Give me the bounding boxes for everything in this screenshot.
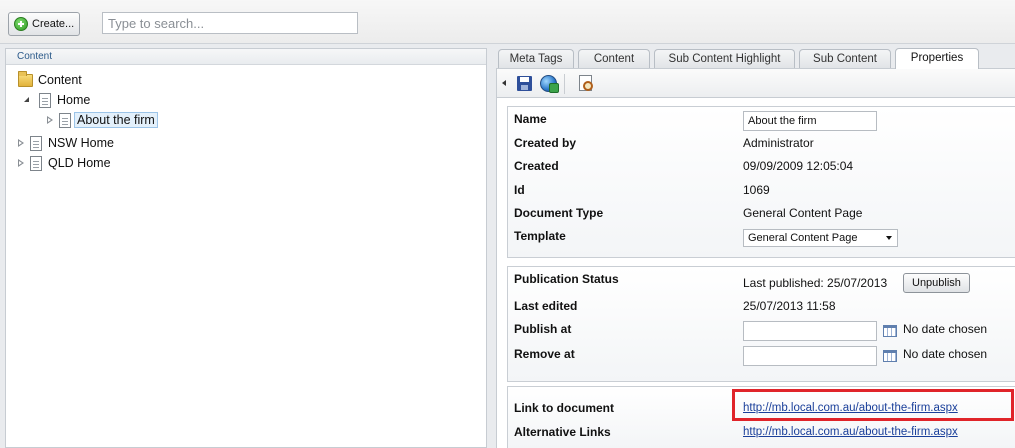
calendar-icon[interactable] xyxy=(883,350,897,362)
tab-bar: Meta Tags Content Sub Content Highlight … xyxy=(496,48,1015,69)
publication-box: Publication Status Last published: 25/07… xyxy=(507,266,1015,382)
last-edited-value: 25/07/2013 11:58 xyxy=(743,299,836,313)
remove-at-input[interactable] xyxy=(743,346,877,366)
publish-at-label: Publish at xyxy=(514,322,572,336)
id-label: Id xyxy=(514,183,525,197)
name-input[interactable] xyxy=(743,111,877,131)
remove-at-note: No date chosen xyxy=(903,347,988,361)
tab-sub-content[interactable]: Sub Content xyxy=(799,49,891,68)
editor-panel: Meta Tags Content Sub Content Highlight … xyxy=(496,48,1015,448)
created-value: 09/09/2009 12:05:04 xyxy=(743,159,854,173)
publish-at-note: No date chosen xyxy=(903,322,988,336)
last-edited-label: Last edited xyxy=(514,299,578,313)
document-icon xyxy=(59,112,71,128)
publish-at-input[interactable] xyxy=(743,321,877,341)
tree-item-label: NSW Home xyxy=(48,136,114,150)
create-button[interactable]: Create... xyxy=(8,12,80,36)
tree-item-label: Content xyxy=(38,73,82,87)
calendar-icon[interactable] xyxy=(883,325,897,337)
template-select-value: General Content Page xyxy=(748,232,858,244)
tree-item-qld-home[interactable]: QLD Home xyxy=(16,154,111,172)
preview-icon[interactable] xyxy=(579,75,593,91)
created-label: Created xyxy=(514,159,559,173)
collapse-arrow-icon[interactable] xyxy=(502,80,506,86)
document-icon xyxy=(30,155,42,171)
tree-item-home[interactable]: Home xyxy=(23,91,90,109)
expand-toggle-icon[interactable] xyxy=(16,138,26,148)
chevron-down-icon xyxy=(886,236,892,240)
link-to-document-label: Link to document xyxy=(514,401,614,415)
created-by-value: Administrator xyxy=(743,136,814,150)
tab-properties[interactable]: Properties xyxy=(895,48,979,69)
template-select[interactable]: General Content Page xyxy=(743,229,898,247)
top-toolbar: Create... xyxy=(0,0,1015,44)
publication-status-label: Publication Status xyxy=(514,272,619,286)
unpublish-button[interactable]: Unpublish xyxy=(903,273,970,293)
collapse-toggle-icon[interactable] xyxy=(23,95,33,105)
save-icon[interactable] xyxy=(517,76,532,91)
tab-meta-tags[interactable]: Meta Tags xyxy=(498,49,574,68)
tree-item-about-the-firm[interactable]: About the firm xyxy=(45,111,158,129)
alternative-link[interactable]: http://mb.local.com.au/about-the-firm.as… xyxy=(743,426,958,438)
tree-item-label: Home xyxy=(57,93,91,107)
tree-panel-header: Content xyxy=(6,49,486,65)
editor-toolbar xyxy=(496,68,1015,98)
created-by-label: Created by xyxy=(514,136,577,150)
search-input[interactable] xyxy=(102,12,358,34)
tree-item-content-root[interactable]: Content xyxy=(18,70,82,89)
document-icon xyxy=(30,135,42,151)
name-label: Name xyxy=(514,112,547,126)
template-label: Template xyxy=(514,229,566,243)
general-properties-box: Name Created by Administrator Created 09… xyxy=(507,106,1015,258)
publication-status-value: Last published: 25/07/2013 xyxy=(743,276,888,290)
tab-sub-content-highlight[interactable]: Sub Content Highlight xyxy=(654,49,795,68)
save-and-publish-icon[interactable] xyxy=(540,75,559,93)
properties-content: Name Created by Administrator Created 09… xyxy=(496,98,1015,448)
alternative-links-label: Alternative Links xyxy=(514,425,611,439)
content-tree-panel: Content Content Home About the firm NSW … xyxy=(5,48,487,448)
folder-icon xyxy=(18,70,33,87)
toolbar-divider xyxy=(564,74,565,94)
tree-item-label: About the firm xyxy=(74,112,158,128)
tree-item-nsw-home[interactable]: NSW Home xyxy=(16,134,114,152)
tab-content[interactable]: Content xyxy=(578,49,650,68)
expand-toggle-icon[interactable] xyxy=(45,115,55,125)
links-box: Link to document http://mb.local.com.au/… xyxy=(507,386,1015,448)
highlight-annotation xyxy=(732,389,1014,421)
create-button-label: Create... xyxy=(32,18,75,30)
remove-at-label: Remove at xyxy=(514,347,575,361)
id-value: 1069 xyxy=(743,183,770,197)
add-icon xyxy=(14,17,28,31)
document-type-value: General Content Page xyxy=(743,206,863,220)
expand-toggle-icon[interactable] xyxy=(16,158,26,168)
document-type-label: Document Type xyxy=(514,206,604,220)
tree-item-label: QLD Home xyxy=(48,156,111,170)
document-icon xyxy=(39,92,51,108)
